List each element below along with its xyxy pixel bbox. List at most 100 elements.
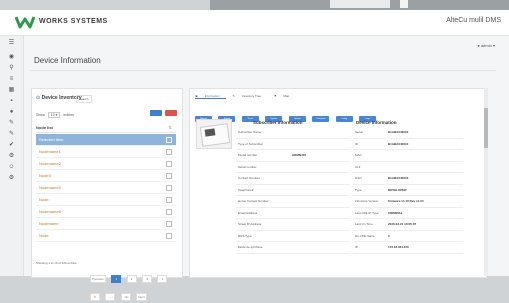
node-list: Selected Item Nodename1 Nodename2 Node3 … <box>36 134 176 242</box>
search-icon[interactable]: ⚲ <box>8 65 15 72</box>
scrollbar-thumb[interactable] <box>484 108 488 148</box>
field-label: OUI <box>355 164 361 169</box>
table-row: Contact Number <box>236 173 350 185</box>
row-checkbox[interactable] <box>166 221 172 227</box>
list-item[interactable]: Selected Item <box>36 134 176 146</box>
tab-map[interactable]: ⚑ Map <box>274 94 295 98</box>
table-row: MAC <box>353 150 463 162</box>
field-value: firmware v1.10 Rev x1.04 <box>388 199 424 203</box>
background-window-bar <box>330 0 390 8</box>
entries-selector: Show 10 ▾ entries <box>36 112 74 118</box>
app-title: AlteCu mulil DMS <box>446 17 501 24</box>
dashboard-icon[interactable]: ◉ <box>8 54 15 61</box>
field-label: Firmware Version <box>355 199 379 203</box>
device-icon[interactable]: ▪ <box>8 98 15 105</box>
list-item[interactable]: Node3 <box>36 170 176 182</box>
pager-previous-button[interactable]: Previous <box>90 275 106 283</box>
field-label: Telephone# <box>238 187 254 192</box>
row-checkbox[interactable] <box>166 233 172 239</box>
field-label: Model number <box>238 153 258 157</box>
pager-page-button[interactable]: 2 <box>126 275 137 283</box>
list-item[interactable]: Nodename6 <box>36 206 176 218</box>
list-item-label: Nodename <box>39 221 59 226</box>
row-checkbox[interactable] <box>166 197 172 203</box>
edit-icon[interactable]: ✎ <box>8 120 15 127</box>
detail-scrollbar[interactable] <box>484 88 488 276</box>
table-row: OUI <box>353 162 463 173</box>
toolbar-button[interactable]: Download <box>312 116 330 122</box>
grid-icon[interactable]: ▦ <box>8 87 15 94</box>
row-checkbox[interactable] <box>166 137 172 143</box>
table-row: Email Address <box>236 208 350 219</box>
field-value: DEVELOPER <box>388 187 407 192</box>
row-checkbox[interactable] <box>166 161 172 167</box>
table-row: DNS Type <box>236 231 350 242</box>
app-window: WORKS SYSTEMS AlteCu mulil DMS ☰ ◉ ⚲ ≡ ▦… <box>0 10 509 301</box>
field-label: Type <box>355 187 362 192</box>
list-icon[interactable]: ≡ <box>8 76 15 83</box>
tab-inventory-tree[interactable]: ✎ Inventory Tree <box>233 94 268 98</box>
table-row: Last On Time 2020-03-21 10:05:07 <box>353 219 463 231</box>
table-row: Serial number <box>236 162 350 173</box>
inventory-search-tag[interactable]: Search <box>76 95 92 103</box>
list-item[interactable]: Node <box>36 230 176 242</box>
entries-select[interactable]: 10 ▾ <box>47 112 61 118</box>
field-label: Do CPE Name <box>355 233 375 238</box>
list-item-label: Nodename5 <box>39 185 61 190</box>
pager-next-button[interactable]: Next <box>136 293 147 301</box>
row-checkbox[interactable] <box>166 185 172 191</box>
detail-tabs: ▣ Information ✎ Inventory Tree ⚑ Map <box>195 94 301 102</box>
list-item[interactable]: Node <box>36 194 176 206</box>
delete-button[interactable] <box>165 110 177 116</box>
list-item[interactable]: Nodename1 <box>36 146 176 158</box>
config-icon[interactable]: ⚙ <box>8 175 15 182</box>
pager-page-button[interactable]: 4 <box>157 275 168 283</box>
menu-icon[interactable]: ☰ <box>8 40 15 47</box>
table-footer-info: Showing 1 to 10 of 100 entries <box>36 261 77 265</box>
device-info-table: Serial B1ABA040010 ID B1ABA040010 MAC OUI … <box>353 127 463 254</box>
tab-inventory-tree-label: Inventory Tree <box>241 94 262 98</box>
row-checkbox[interactable] <box>166 209 172 215</box>
field-value: CRIMINAL <box>388 210 403 215</box>
tab-information[interactable]: ▣ Information <box>195 94 226 99</box>
report-icon[interactable]: ✔ <box>8 142 15 149</box>
user-menu[interactable]: ● admin ▾ <box>477 43 495 48</box>
pager-page-button[interactable]: 1 <box>111 275 122 283</box>
pager-page-button[interactable]: 5 <box>90 293 100 301</box>
toolbar-button[interactable]: Config <box>335 116 353 122</box>
table-row: Serial B1ABA040010 <box>353 127 463 139</box>
list-item[interactable]: Nodename2 <box>36 158 176 170</box>
location-icon[interactable]: ● <box>8 109 15 116</box>
node-list-column-header[interactable]: Node list ⇅ <box>36 123 176 133</box>
field-value: B1ABA040010 <box>388 176 409 180</box>
field-label: Contact Number <box>238 176 260 180</box>
row-checkbox[interactable] <box>166 149 172 155</box>
user-icon[interactable]: ☺ <box>8 164 15 171</box>
device-inventory-header: ⊙ Device Inventory <box>36 95 82 101</box>
add-button[interactable] <box>150 110 162 116</box>
field-label: Home Contact Number <box>238 199 269 203</box>
device-inventory-panel: ⊙ Device Inventory Search Show 10 ▾ entr… <box>31 88 183 301</box>
table-row: Type of Subscriber <box>236 139 350 150</box>
table-row: Last CPE IP Type CRIMINAL <box>353 208 463 219</box>
table-row: Type DEVELOPER <box>353 185 463 196</box>
pager-page-button[interactable]: 3 <box>142 275 153 283</box>
table-row: Telephone# <box>236 185 350 196</box>
title-divider <box>30 70 496 71</box>
brand-name: WORKS SYSTEMS <box>39 18 108 25</box>
sort-icon: ⇅ <box>168 125 172 130</box>
field-label: Last CPE IP Type <box>355 210 379 215</box>
table-row: Street IP Address <box>236 219 350 231</box>
detail-toolbar: Refresh Reboot Reset Update Upload Downl… <box>195 109 378 122</box>
list-item[interactable]: Nodename <box>36 218 176 230</box>
top-bar: WORKS SYSTEMS AlteCu mulil DMS <box>0 10 509 36</box>
list-item[interactable]: Nodename5 <box>36 182 176 194</box>
tool-icon[interactable]: ✎ <box>8 131 15 138</box>
pager-page-button[interactable]: 10 <box>120 293 131 301</box>
works-systems-logo-icon <box>15 16 35 29</box>
settings-icon[interactable]: ⚙ <box>8 153 15 160</box>
device-image <box>196 119 232 149</box>
field-value: B1ABA040010 <box>388 130 409 134</box>
row-checkbox[interactable] <box>166 173 172 179</box>
entries-select-value: 10 <box>50 113 55 117</box>
